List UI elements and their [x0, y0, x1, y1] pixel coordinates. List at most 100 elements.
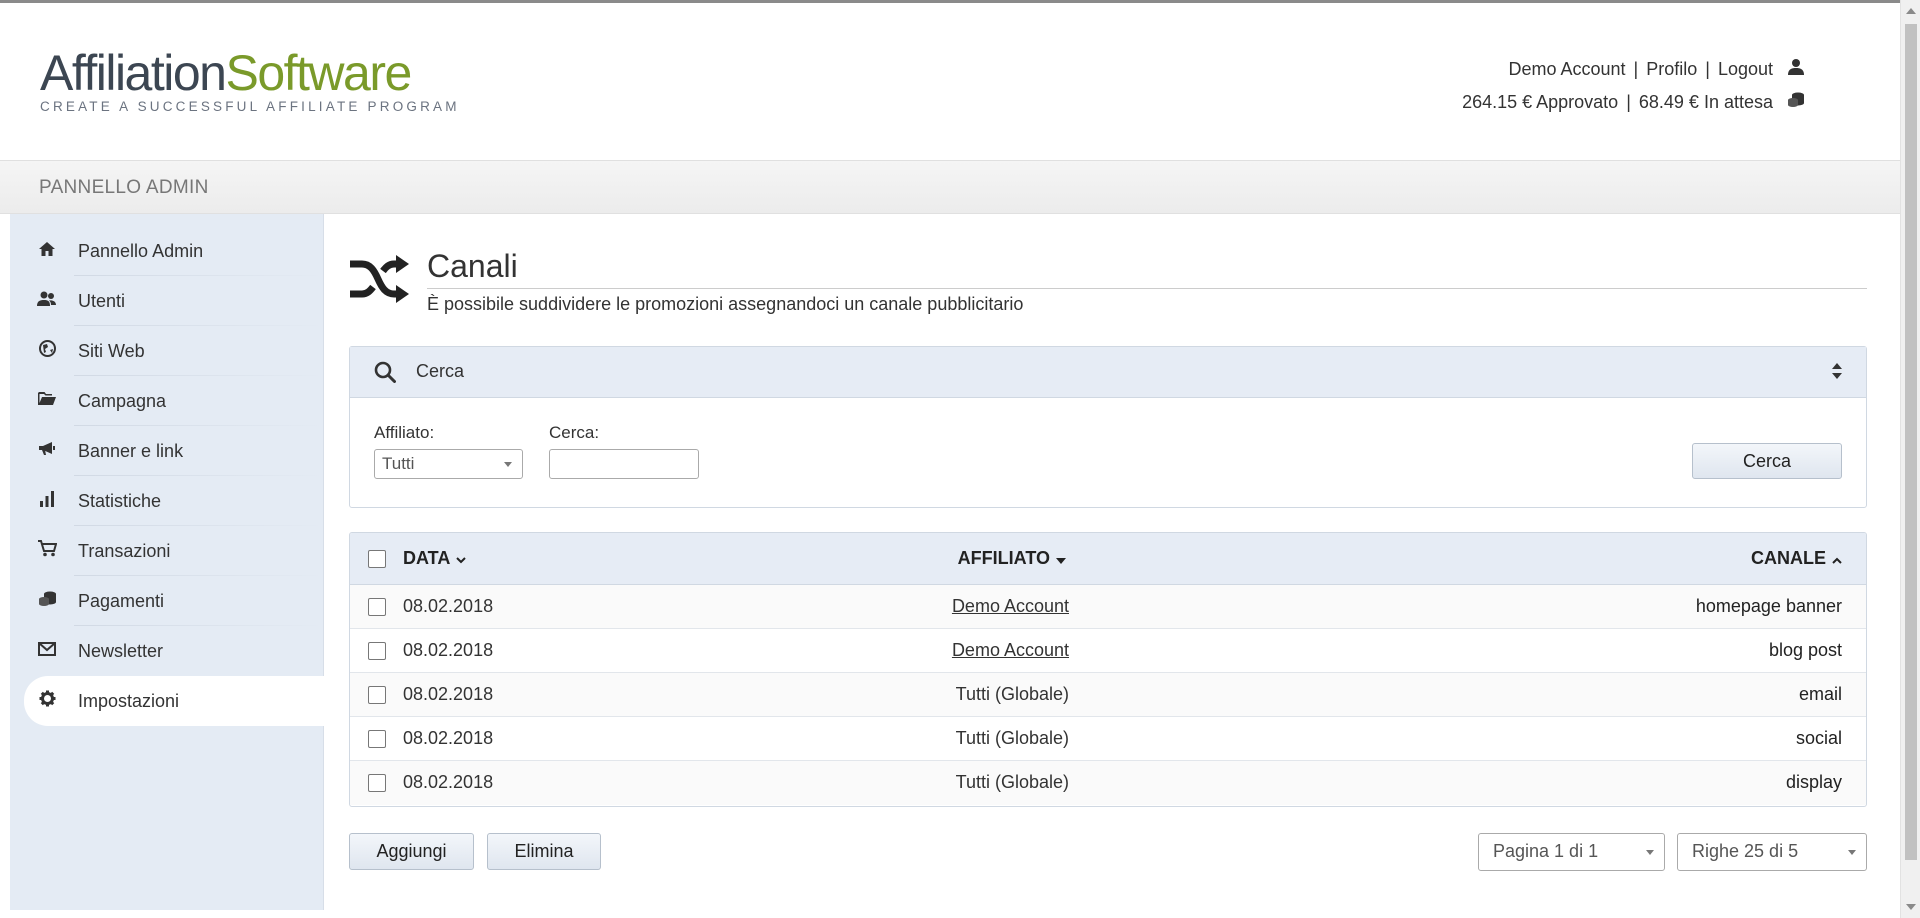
globe-icon — [36, 340, 58, 362]
row-date: 08.02.2018 — [403, 596, 494, 616]
sidebar-item-label: Pannello Admin — [78, 240, 204, 261]
row-channel: blog post — [1768, 640, 1842, 660]
vertical-scrollbar[interactable] — [1900, 0, 1920, 918]
affiliate-filter-select[interactable]: Tutti — [374, 449, 523, 479]
site-header: AffiliationSoftware CREATE A SUCCESSFUL … — [0, 3, 1900, 160]
row-channel: homepage banner — [1695, 596, 1842, 616]
balance-approved: 264.15 € Approvato — [1462, 92, 1619, 112]
sidebar-item-transactions[interactable]: Transazioni — [24, 526, 324, 576]
sidebar-item-label: Transazioni — [78, 540, 171, 561]
row-checkbox[interactable] — [368, 598, 386, 616]
sidebar-item-newsletter[interactable]: Newsletter — [24, 626, 324, 676]
search-button[interactable]: Cerca — [1692, 443, 1842, 479]
row-channel: email — [1798, 684, 1842, 704]
sidebar-item-label: Siti Web — [78, 340, 145, 361]
affiliate-filter-value: Tutti — [382, 454, 415, 473]
column-header-affiliate[interactable]: AFFILIATO — [958, 548, 1066, 569]
page-description: È possibile suddividere le promozioni as… — [427, 294, 1024, 314]
sidebar-item-statistics[interactable]: Statistiche — [24, 476, 324, 526]
row-channel: social — [1795, 728, 1842, 748]
row-date: 08.02.2018 — [403, 728, 494, 748]
row-checkbox[interactable] — [368, 774, 386, 792]
sidebar-item-label: Newsletter — [78, 640, 164, 661]
channels-table: DATA AFFILIATO CANALE 08.02.2018 Demo Ac… — [349, 532, 1867, 807]
profile-link[interactable]: Profilo — [1646, 53, 1697, 86]
add-button[interactable]: Aggiungi — [349, 833, 474, 870]
scrollbar-thumb[interactable] — [1905, 24, 1917, 860]
page-select-value: Pagina 1 di 1 — [1493, 841, 1599, 861]
row-affiliate-link[interactable]: Demo Account — [952, 640, 1069, 661]
coins-icon — [36, 590, 58, 612]
row-checkbox[interactable] — [368, 730, 386, 748]
chevron-down-icon — [504, 462, 512, 467]
scroll-up-icon[interactable] — [1906, 8, 1916, 14]
separator: | — [1633, 59, 1639, 79]
user-icon — [1787, 53, 1805, 86]
chevron-up-icon — [1832, 548, 1842, 569]
affiliate-filter-label: Affiliato: — [374, 423, 435, 442]
sidebar-item-label: Campagna — [78, 390, 167, 411]
row-affiliate-link[interactable]: Demo Account — [952, 596, 1069, 617]
column-header-channel[interactable]: CANALE — [1751, 548, 1842, 569]
row-checkbox[interactable] — [368, 686, 386, 704]
table-row: 08.02.2018 Tutti (Globale) social — [350, 717, 1866, 761]
coins-icon — [1787, 86, 1805, 119]
scroll-down-icon[interactable] — [1906, 904, 1916, 910]
sidebar-item-payments[interactable]: Pagamenti — [24, 576, 324, 626]
shopping-cart-icon — [36, 540, 58, 562]
column-header-label: CANALE — [1751, 548, 1826, 568]
search-panel: Cerca Affiliato: Tutti Cerca: Cerca — [349, 346, 1867, 508]
sidebar-item-label: Statistiche — [78, 490, 162, 511]
folder-open-icon — [36, 391, 58, 411]
search-icon — [374, 361, 396, 388]
shuffle-icon — [348, 254, 410, 304]
sidebar-item-settings[interactable]: Impostazioni — [24, 676, 324, 726]
sidebar-item-websites[interactable]: Siti Web — [24, 326, 324, 376]
home-icon — [36, 241, 58, 262]
search-panel-title: Cerca — [416, 361, 465, 381]
gear-icon — [36, 690, 58, 712]
row-date: 08.02.2018 — [403, 684, 494, 704]
row-date: 08.02.2018 — [403, 640, 494, 660]
row-affiliate: Tutti (Globale) — [955, 728, 1069, 748]
main-content: Canali È possibile suddividere le promoz… — [324, 214, 1890, 910]
sort-toggle-icon[interactable] — [1832, 363, 1842, 384]
table-row: 08.02.2018 Tutti (Globale) display — [350, 761, 1866, 805]
bar-chart-icon — [36, 490, 58, 512]
page-select[interactable]: Pagina 1 di 1 — [1478, 833, 1665, 871]
sidebar-item-label: Pagamenti — [78, 590, 165, 611]
search-query-label: Cerca: — [549, 423, 600, 442]
search-panel-header[interactable]: Cerca — [350, 347, 1866, 398]
table-header: DATA AFFILIATO CANALE — [350, 533, 1866, 585]
user-menu: Demo Account | Profilo | Logout 264.15 €… — [1462, 53, 1805, 119]
sidebar-item-admin-panel[interactable]: Pannello Admin — [24, 226, 324, 276]
account-link[interactable]: Demo Account — [1508, 53, 1625, 86]
logo-tagline: CREATE A SUCCESSFUL AFFILIATE PROGRAM — [40, 99, 460, 114]
logo-part2: Software — [225, 45, 412, 101]
row-channel: display — [1785, 772, 1842, 792]
megaphone-icon — [36, 441, 58, 461]
page-title: Canali — [427, 248, 518, 284]
sidebar-item-label: Impostazioni — [78, 690, 180, 711]
delete-button[interactable]: Elimina — [487, 833, 601, 870]
logout-link[interactable]: Logout — [1718, 53, 1773, 86]
table-row: 08.02.2018 Demo Account homepage banner — [350, 585, 1866, 629]
separator: | — [1626, 92, 1631, 112]
column-header-label: AFFILIATO — [957, 548, 1050, 568]
users-icon — [36, 291, 58, 312]
column-header-label: DATA — [403, 548, 451, 568]
rows-per-page-select[interactable]: Righe 25 di 5 — [1677, 833, 1867, 871]
sidebar-item-label: Utenti — [78, 290, 126, 311]
sidebar-item-users[interactable]: Utenti — [24, 276, 324, 326]
row-checkbox[interactable] — [368, 642, 386, 660]
table-body: 08.02.2018 Demo Account homepage banner … — [350, 585, 1866, 805]
column-header-date[interactable]: DATA — [403, 548, 467, 569]
table-row: 08.02.2018 Tutti (Globale) email — [350, 673, 1866, 717]
search-query-input[interactable] — [549, 449, 699, 479]
select-all-checkbox[interactable] — [368, 550, 386, 568]
sidebar-item-banners-links[interactable]: Banner e link — [24, 426, 324, 476]
logo[interactable]: AffiliationSoftware CREATE A SUCCESSFUL … — [40, 47, 460, 114]
logo-part1: Affiliation — [40, 45, 227, 101]
sidebar-item-campaign[interactable]: Campagna — [24, 376, 324, 426]
rows-per-page-value: Righe 25 di 5 — [1692, 841, 1799, 861]
